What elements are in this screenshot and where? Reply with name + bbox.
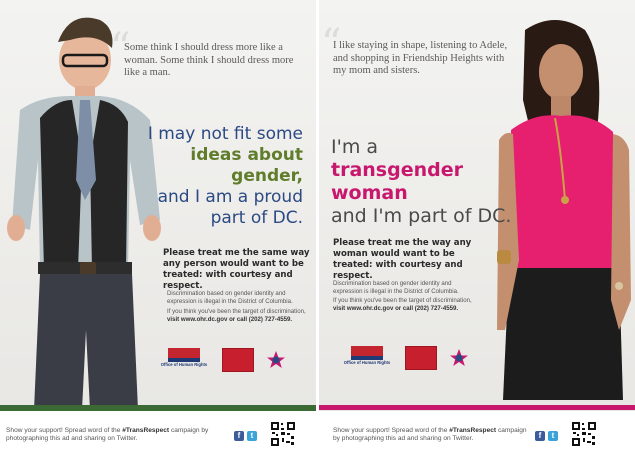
right-headline: I'm a transgender woman and I'm part of …: [331, 136, 521, 228]
left-ad-poster: “ Some think I should dress more like a …: [0, 0, 316, 453]
left-headline-highlight: ideas about gender,: [190, 145, 303, 186]
left-social-icons: f t: [234, 431, 257, 441]
ohr-logo-text: Office of Human Rights: [160, 362, 208, 367]
right-footer-text: Show your support! Spread word of the #T…: [333, 427, 533, 444]
glbt-affairs-logo: [405, 346, 437, 370]
left-fine-print-lead: If you think you've been the target of d…: [167, 308, 306, 315]
ohr-logo: Office of Human Rights: [160, 348, 208, 372]
left-quote: Some think I should dress more like a wo…: [124, 42, 294, 78]
qr-code-icon[interactable]: [270, 421, 296, 447]
right-fine-print-1: Discrimination based on gender identity …: [333, 280, 459, 295]
left-headline-line4: part of DC.: [210, 208, 303, 228]
left-headline-line1: I may not fit some: [147, 124, 303, 144]
left-footer: Show your support! Spread word of the #T…: [0, 411, 316, 453]
right-ad-poster: “ I like staying in shape, listening to …: [319, 0, 635, 453]
right-headline-highlight: transgender woman: [331, 159, 463, 204]
right-social-icons: f t: [535, 431, 558, 441]
right-quote: I like staying in shape, listening to Ad…: [333, 40, 508, 76]
left-fine-print-1: Discrimination based on gender identity …: [167, 290, 293, 305]
right-headline-line3: and I'm part of DC.: [331, 205, 512, 227]
twitter-icon[interactable]: t: [247, 431, 257, 441]
star-seal-icon: [267, 351, 285, 368]
right-fine-print-lead: If you think you've been the target of d…: [333, 297, 472, 304]
footer-hashtag[interactable]: #TransRespect: [449, 427, 496, 434]
footer-lead: Show your support! Spread word of the: [333, 427, 448, 434]
right-contact-info[interactable]: visit www.ohr.dc.gov or call (202) 727-4…: [333, 305, 458, 312]
twitter-icon[interactable]: t: [548, 431, 558, 441]
left-fine-print-2: If you think you've been the target of d…: [167, 308, 309, 323]
facebook-icon[interactable]: f: [234, 431, 244, 441]
glbt-affairs-logo: [222, 348, 254, 372]
right-ask-text: Please treat me the way any woman would …: [333, 238, 472, 281]
right-headline-line1: I'm a: [331, 136, 379, 158]
left-headline-line3: and I am a proud: [157, 187, 303, 207]
right-fine-print-2: If you think you've been the target of d…: [333, 297, 473, 312]
star-seal-icon: [450, 349, 468, 366]
footer-lead: Show your support! Spread word of the: [6, 427, 121, 434]
left-contact-info[interactable]: visit www.ohr.dc.gov or call (202) 727-4…: [167, 316, 292, 323]
transrespect-ad-pair: “ Some think I should dress more like a …: [0, 0, 635, 453]
left-headline: I may not fit some ideas about gender, a…: [140, 124, 303, 229]
right-logos: Office of Human Rights: [343, 346, 469, 370]
right-footer: Show your support! Spread word of the #T…: [319, 411, 635, 453]
footer-hashtag[interactable]: #TransRespect: [122, 427, 169, 434]
ohr-logo-text: Office of Human Rights: [343, 360, 391, 365]
left-logos: Office of Human Rights: [160, 348, 286, 372]
left-ask-text: Please treat me the same way any person …: [163, 248, 310, 291]
left-footer-text: Show your support! Spread word of the #T…: [6, 427, 228, 444]
ohr-logo: Office of Human Rights: [343, 346, 391, 370]
qr-code-icon[interactable]: [571, 421, 597, 447]
facebook-icon[interactable]: f: [535, 431, 545, 441]
right-accent-bar: [319, 405, 635, 410]
